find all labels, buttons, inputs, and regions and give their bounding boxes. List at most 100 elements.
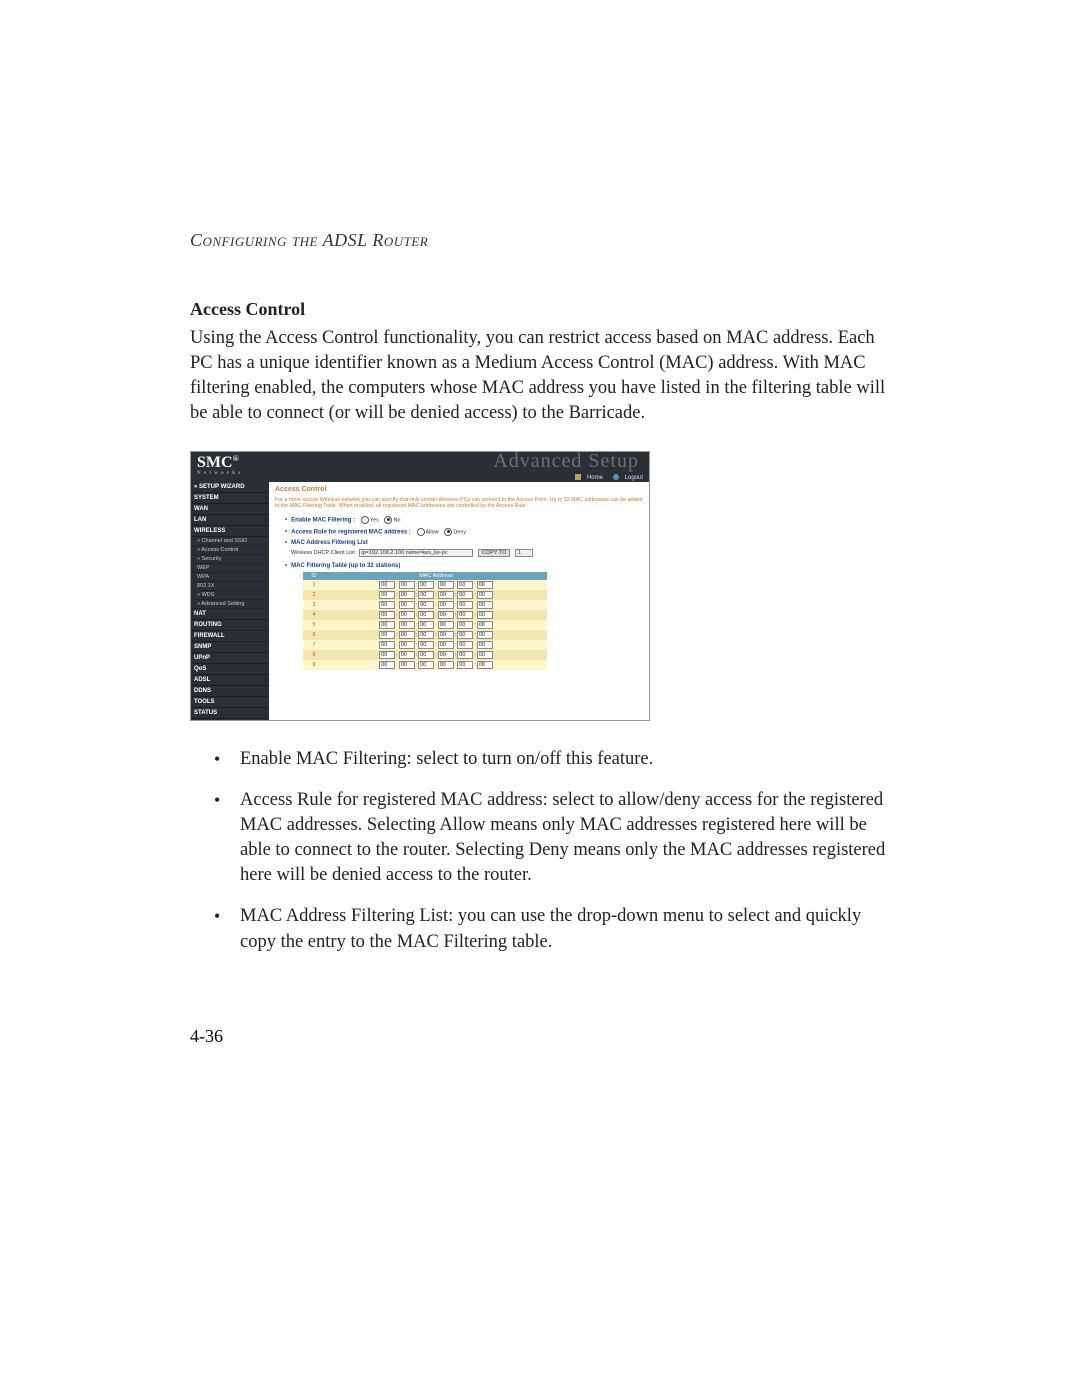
mac-octet-input[interactable]: 00 — [438, 651, 454, 659]
mac-octet-input[interactable]: 00 — [457, 661, 473, 669]
mac-octet-input[interactable]: 00 — [438, 611, 454, 619]
mac-octet-input[interactable]: 00 — [477, 591, 493, 599]
sidebar-item[interactable]: ADSL — [191, 675, 269, 686]
sidebar-item[interactable]: » Security — [191, 555, 269, 564]
mac-octet-input[interactable]: 00 — [399, 661, 415, 669]
enable-no-label: No — [393, 517, 400, 523]
mac-octet-input[interactable]: 00 — [418, 661, 434, 669]
mac-separator: : — [416, 592, 418, 598]
mac-octet-input[interactable]: 00 — [379, 661, 395, 669]
mac-octet-input[interactable]: 00 — [438, 601, 454, 609]
sidebar-item[interactable]: WEP — [191, 564, 269, 573]
mac-octet-input[interactable]: 00 — [477, 611, 493, 619]
mac-separator: : — [396, 632, 398, 638]
mac-separator: : — [416, 652, 418, 658]
home-link[interactable]: Home — [571, 475, 603, 481]
mac-octet-input[interactable]: 00 — [438, 661, 454, 669]
mac-octet-input[interactable]: 00 — [379, 631, 395, 639]
enable-yes-radio[interactable] — [361, 516, 369, 524]
mac-octet-input[interactable]: 00 — [438, 621, 454, 629]
mac-octet-input[interactable]: 00 — [457, 621, 473, 629]
sidebar-item[interactable]: » SETUP WIZARD — [191, 482, 269, 493]
mac-octet-input[interactable]: 00 — [418, 651, 434, 659]
sidebar-item[interactable]: SYSTEM — [191, 493, 269, 504]
col-id: ID — [303, 572, 325, 580]
mac-octet-input[interactable]: 00 — [457, 601, 473, 609]
dhcp-client-select[interactable]: ip=192.168.2.100 name=kes_ke-pc — [359, 549, 473, 557]
mac-octet-input[interactable]: 00 — [379, 591, 395, 599]
sidebar-item[interactable]: STATUS — [191, 708, 269, 719]
enable-no-radio[interactable] — [384, 516, 392, 524]
mac-octet-input[interactable]: 00 — [418, 581, 434, 589]
mac-octet-input[interactable]: 00 — [457, 641, 473, 649]
mac-octet-input[interactable]: 00 — [399, 631, 415, 639]
mac-octet-input[interactable]: 00 — [418, 591, 434, 599]
row-mac: 00:00:00:00:00:00 — [325, 580, 547, 590]
mac-octet-input[interactable]: 00 — [418, 601, 434, 609]
sidebar-item[interactable]: ROUTING — [191, 620, 269, 631]
mac-octet-input[interactable]: 00 — [379, 641, 395, 649]
sidebar-item[interactable]: LAN — [191, 515, 269, 526]
sidebar-item[interactable]: FIREWALL — [191, 631, 269, 642]
mac-octet-input[interactable]: 00 — [418, 611, 434, 619]
table-row: 800:00:00:00:00:00 — [303, 650, 547, 660]
table-row: 100:00:00:00:00:00 — [303, 580, 547, 590]
mac-octet-input[interactable]: 00 — [438, 641, 454, 649]
mac-octet-input[interactable]: 00 — [477, 581, 493, 589]
mac-octet-input[interactable]: 00 — [477, 601, 493, 609]
logout-link[interactable]: Logout — [609, 475, 643, 481]
mac-octet-input[interactable]: 00 — [438, 581, 454, 589]
mac-octet-input[interactable]: 00 — [379, 611, 395, 619]
mac-octet-input[interactable]: 00 — [457, 591, 473, 599]
rule-allow-radio[interactable] — [417, 528, 425, 536]
mac-octet-input[interactable]: 00 — [418, 631, 434, 639]
sidebar-item[interactable]: 802.1X — [191, 582, 269, 591]
sidebar-item[interactable]: TOOLS — [191, 697, 269, 708]
mac-octet-input[interactable]: 00 — [457, 581, 473, 589]
mac-octet-input[interactable]: 00 — [399, 611, 415, 619]
mac-separator: : — [474, 582, 476, 588]
rule-deny-radio[interactable] — [444, 528, 452, 536]
table-row: 600:00:00:00:00:00 — [303, 630, 547, 640]
mac-octet-input[interactable]: 00 — [399, 591, 415, 599]
mac-octet-input[interactable]: 00 — [379, 621, 395, 629]
router-screenshot: SMC® N e t w o r k s Advanced Setup Home… — [190, 451, 650, 721]
mac-octet-input[interactable]: 00 — [477, 621, 493, 629]
mac-octet-input[interactable]: 00 — [399, 651, 415, 659]
mac-octet-input[interactable]: 00 — [438, 631, 454, 639]
table-row: 700:00:00:00:00:00 — [303, 640, 547, 650]
sidebar-item[interactable]: UPnP — [191, 653, 269, 664]
sidebar-item[interactable]: » Advanced Setting — [191, 600, 269, 609]
mac-octet-input[interactable]: 00 — [399, 581, 415, 589]
mac-octet-input[interactable]: 00 — [399, 621, 415, 629]
mac-octet-input[interactable]: 00 — [438, 591, 454, 599]
mac-octet-input[interactable]: 00 — [457, 631, 473, 639]
sidebar-item[interactable]: WIRELESS — [191, 526, 269, 537]
mac-octet-input[interactable]: 00 — [379, 581, 395, 589]
copy-to-index-select[interactable]: 1 — [515, 549, 533, 557]
sidebar-item[interactable]: » Channel and SSID — [191, 537, 269, 546]
mac-octet-input[interactable]: 00 — [477, 661, 493, 669]
mac-separator: : — [474, 662, 476, 668]
mac-octet-input[interactable]: 00 — [399, 641, 415, 649]
sidebar-item[interactable]: » WDS — [191, 591, 269, 600]
sidebar-item[interactable]: QoS — [191, 664, 269, 675]
mac-octet-input[interactable]: 00 — [477, 631, 493, 639]
mac-octet-input[interactable]: 00 — [477, 641, 493, 649]
sidebar-item[interactable]: WPA — [191, 573, 269, 582]
sidebar-item[interactable]: DDNS — [191, 686, 269, 697]
mac-octet-input[interactable]: 00 — [477, 651, 493, 659]
mac-octet-input[interactable]: 00 — [418, 641, 434, 649]
mac-octet-input[interactable]: 00 — [418, 621, 434, 629]
mac-octet-input[interactable]: 00 — [457, 611, 473, 619]
sidebar-item[interactable]: SNMP — [191, 642, 269, 653]
mac-octet-input[interactable]: 00 — [379, 601, 395, 609]
copy-to-button[interactable]: COPY TO — [478, 549, 510, 557]
mac-octet-input[interactable]: 00 — [399, 601, 415, 609]
row-mac: 00:00:00:00:00:00 — [325, 640, 547, 650]
mac-octet-input[interactable]: 00 — [379, 651, 395, 659]
mac-octet-input[interactable]: 00 — [457, 651, 473, 659]
sidebar-item[interactable]: WAN — [191, 504, 269, 515]
sidebar-item[interactable]: NAT — [191, 609, 269, 620]
sidebar-item[interactable]: » Access Control — [191, 546, 269, 555]
